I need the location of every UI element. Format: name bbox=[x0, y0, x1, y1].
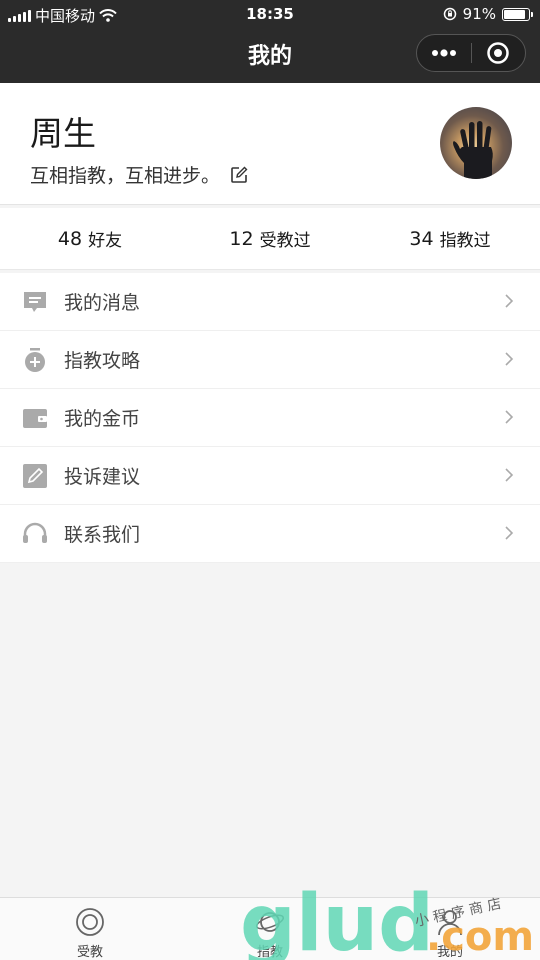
tab-label: 我的 bbox=[436, 945, 463, 960]
tab-label: 受教 bbox=[76, 945, 103, 960]
stat-label: 受教过 bbox=[259, 231, 311, 251]
tab-teach[interactable]: 指教 bbox=[180, 898, 360, 960]
planet-icon bbox=[255, 907, 285, 937]
menu-item-coins[interactable]: 我的金币 bbox=[0, 389, 540, 447]
stat-count: 12 bbox=[229, 227, 254, 250]
menu-item-label: 我的金币 bbox=[64, 408, 141, 430]
timer-plus-icon bbox=[22, 347, 48, 373]
stat-label: 指教过 bbox=[439, 231, 491, 251]
menu-item-label: 指教攻略 bbox=[64, 350, 141, 372]
tab-mine[interactable]: 我的 bbox=[360, 898, 540, 960]
menu-item-label: 联系我们 bbox=[64, 524, 141, 546]
circle-icon bbox=[75, 907, 105, 937]
rotation-lock-icon bbox=[443, 7, 456, 21]
user-motto: 互相指教，互相进步。 bbox=[30, 161, 248, 188]
motto-text: 互相指教，互相进步。 bbox=[30, 165, 221, 187]
menu-item-guide[interactable]: 指教攻略 bbox=[0, 331, 540, 389]
stat-label: 好友 bbox=[88, 231, 123, 251]
mini-program-capsule bbox=[416, 34, 526, 72]
menu-item-contact[interactable]: 联系我们 bbox=[0, 505, 540, 563]
user-name: 周生 bbox=[30, 114, 96, 153]
message-icon bbox=[22, 289, 48, 315]
menu-item-feedback[interactable]: 投诉建议 bbox=[0, 447, 540, 505]
stats-bar: 48 好友 12 受教过 34 指教过 bbox=[0, 208, 540, 270]
chevron-right-icon bbox=[505, 352, 514, 366]
top-bar: 中国移动 18:35 91% 我的 bbox=[0, 0, 540, 83]
target-icon bbox=[487, 42, 509, 64]
battery-icon bbox=[502, 7, 533, 21]
menu-item-label: 投诉建议 bbox=[64, 466, 141, 488]
stat-taught-me[interactable]: 12 受教过 bbox=[180, 208, 360, 269]
user-icon bbox=[435, 907, 465, 937]
headset-icon bbox=[22, 521, 48, 547]
close-button[interactable] bbox=[471, 35, 525, 71]
stat-friends[interactable]: 48 好友 bbox=[0, 208, 180, 269]
stat-count: 34 bbox=[409, 227, 434, 250]
more-dots-icon bbox=[431, 49, 456, 57]
edit-motto-icon[interactable] bbox=[230, 166, 248, 184]
edit-icon bbox=[22, 463, 48, 489]
tab-bar: 受教 指教 我的 bbox=[0, 897, 540, 960]
more-button[interactable] bbox=[417, 35, 471, 71]
stat-i-taught[interactable]: 34 指教过 bbox=[360, 208, 540, 269]
stat-count: 48 bbox=[57, 227, 83, 250]
tab-learn[interactable]: 受教 bbox=[0, 898, 180, 960]
profile-card: 周生 互相指教，互相进步。 bbox=[0, 83, 540, 205]
chevron-right-icon bbox=[505, 468, 514, 482]
chevron-right-icon bbox=[505, 410, 514, 424]
avatar[interactable] bbox=[440, 107, 512, 179]
menu-item-messages[interactable]: 我的消息 bbox=[0, 273, 540, 331]
menu-list: 我的消息 指教攻略 我的金币 投诉建议 联系我们 bbox=[0, 273, 540, 563]
tab-label: 指教 bbox=[256, 945, 283, 960]
menu-item-label: 我的消息 bbox=[64, 292, 141, 314]
battery-percent: 91% bbox=[462, 5, 496, 23]
chevron-right-icon bbox=[505, 526, 514, 540]
status-bar: 中国移动 18:35 91% bbox=[0, 0, 540, 28]
hand-silhouette-image bbox=[453, 121, 493, 179]
chevron-right-icon bbox=[505, 294, 514, 308]
wallet-icon bbox=[22, 405, 48, 431]
